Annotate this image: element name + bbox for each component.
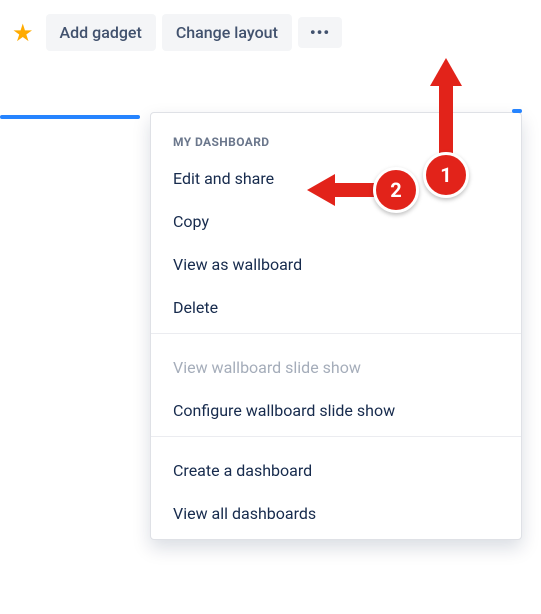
menu-item-configure-slideshow[interactable]: Configure wallboard slide show (151, 389, 521, 432)
menu-item-create-dashboard[interactable]: Create a dashboard (151, 449, 521, 492)
menu-section-slideshow: View wallboard slide show Configure wall… (151, 333, 521, 436)
arrow-head-icon (430, 58, 462, 86)
menu-item-view-slideshow: View wallboard slide show (151, 346, 521, 389)
menu-item-delete[interactable]: Delete (151, 286, 521, 329)
more-actions-dropdown: MY DASHBOARD Edit and share Copy View as… (150, 112, 522, 540)
ellipsis-icon: ••• (310, 23, 330, 42)
more-actions-button[interactable]: ••• (298, 17, 342, 48)
menu-section-dashboard: MY DASHBOARD Edit and share Copy View as… (151, 113, 521, 333)
add-gadget-button[interactable]: Add gadget (46, 14, 156, 51)
change-layout-button[interactable]: Change layout (162, 14, 292, 51)
menu-item-copy[interactable]: Copy (151, 200, 521, 243)
menu-item-view-wallboard[interactable]: View as wallboard (151, 243, 521, 286)
menu-section-global: Create a dashboard View all dashboards (151, 436, 521, 539)
active-tab-indicator (0, 115, 140, 119)
menu-item-edit-share[interactable]: Edit and share (151, 157, 521, 200)
menu-section-title: MY DASHBOARD (151, 125, 521, 157)
menu-item-view-all-dashboards[interactable]: View all dashboards (151, 492, 521, 535)
star-icon[interactable]: ★ (10, 21, 40, 45)
toolbar: ★ Add gadget Change layout ••• (0, 0, 541, 61)
